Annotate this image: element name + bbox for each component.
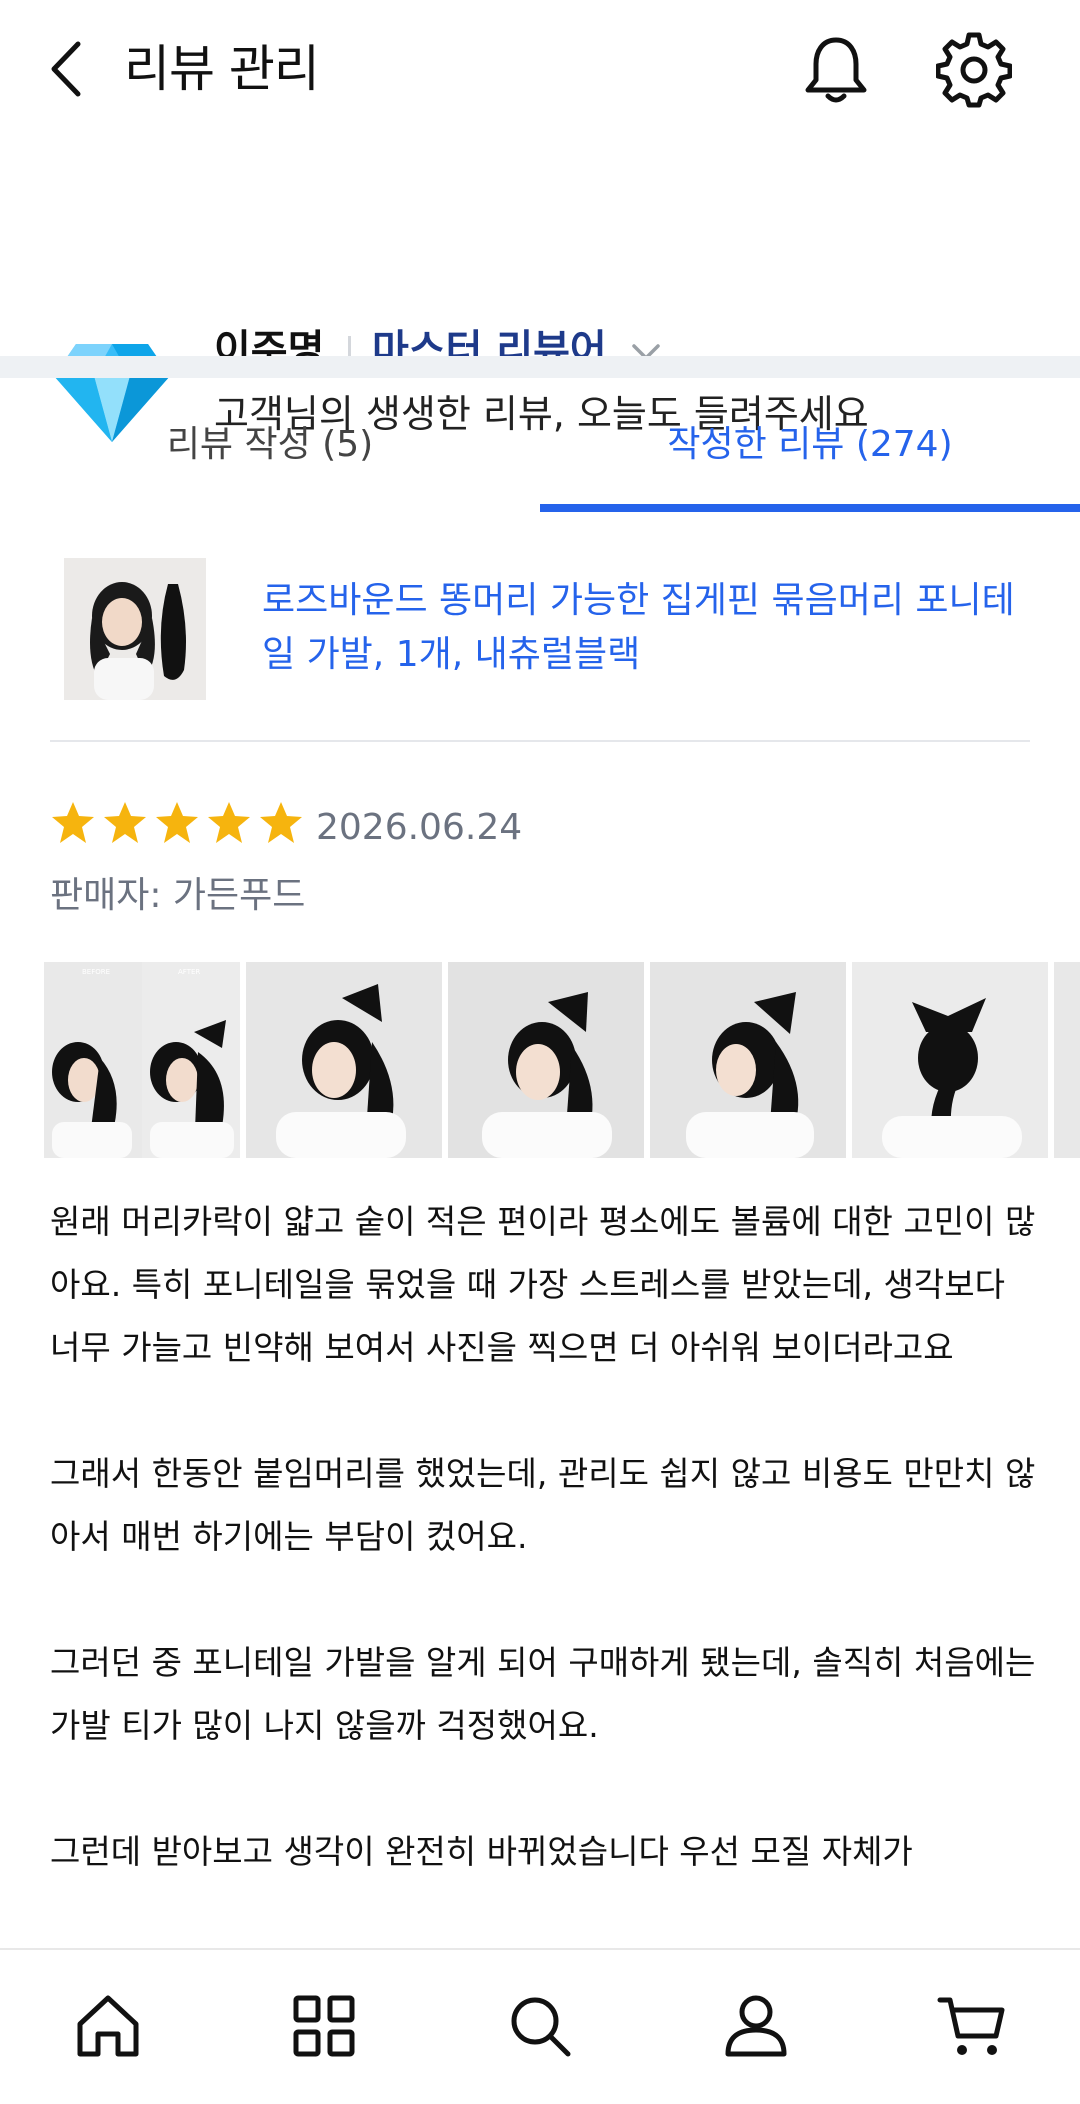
product-divider <box>50 740 1030 742</box>
product-image <box>64 558 206 700</box>
review-photo[interactable] <box>852 962 1048 1158</box>
tab-write-review[interactable]: 리뷰 작성 (5) <box>0 378 540 512</box>
review-photo[interactable] <box>1054 962 1080 1158</box>
star-icon <box>260 802 302 843</box>
review-date: 2026.06.24 <box>316 807 523 848</box>
user-icon[interactable] <box>720 1990 792 2062</box>
reviewer-profile: 이주명 마스터 리뷰어 고객님의 생생한 리뷰, 오늘도 들려주세요 <box>0 150 1080 442</box>
star-icon <box>104 802 146 843</box>
active-tab-indicator <box>540 504 1080 512</box>
star-rating <box>50 800 304 856</box>
review-photo[interactable]: BEFORE AFTER <box>44 962 240 1158</box>
bell-icon[interactable] <box>800 32 872 108</box>
top-app-bar: 리뷰 관리 <box>0 0 1080 140</box>
before-label: BEFORE <box>82 968 110 976</box>
after-label: AFTER <box>178 968 200 976</box>
page-title: 리뷰 관리 <box>124 40 320 98</box>
review-paragraph: 원래 머리카락이 얇고 숱이 적은 편이라 평소에도 볼륨에 대한 고민이 많아… <box>50 1202 1036 1367</box>
product-title[interactable]: 로즈바운드 똥머리 가능한 집게핀 묶음머리 포니테일 가발, 1개, 내츄럴블… <box>262 574 1022 682</box>
review-paragraph: 그런데 받아보고 생각이 완전히 바뀌었습니다 우선 모질 자체가 <box>50 1832 913 1871</box>
review-tabs: 리뷰 작성 (5) 작성한 리뷰 (274) <box>0 378 1080 512</box>
before-after-photo: BEFORE AFTER <box>44 962 240 1158</box>
section-divider <box>0 356 1080 378</box>
grid-icon[interactable] <box>288 1990 360 2062</box>
review-body: 원래 머리카락이 얇고 숱이 적은 편이라 평소에도 볼륨에 대한 고민이 많아… <box>50 1190 1040 1946</box>
back-icon[interactable] <box>44 36 92 102</box>
review-paragraph: 그러던 중 포니테일 가발을 알게 되어 구매하게 됐는데, 솔직히 처음에는 … <box>50 1643 1036 1745</box>
star-icon <box>156 802 198 843</box>
home-icon[interactable] <box>72 1990 144 2062</box>
review-photo[interactable] <box>448 962 644 1158</box>
review-paragraph: 그래서 한동안 붙임머리를 했었는데, 관리도 쉽지 않고 비용도 만만치 않아… <box>50 1454 1036 1556</box>
seller-name: 판매자: 가든푸드 <box>50 875 306 916</box>
star-icon <box>208 802 250 843</box>
review-photo[interactable] <box>650 962 846 1158</box>
tab-written-reviews[interactable]: 작성한 리뷰 (274) <box>540 378 1080 512</box>
gear-icon[interactable] <box>936 32 1012 108</box>
star-icon <box>52 802 94 843</box>
bottom-navigation <box>0 1948 1080 2104</box>
review-photo[interactable] <box>246 962 442 1158</box>
search-icon[interactable] <box>504 1990 576 2062</box>
cart-icon[interactable] <box>936 1990 1008 2062</box>
product-thumbnail[interactable] <box>64 558 206 700</box>
review-photo-strip[interactable]: BEFORE AFTER <box>44 962 1080 1158</box>
